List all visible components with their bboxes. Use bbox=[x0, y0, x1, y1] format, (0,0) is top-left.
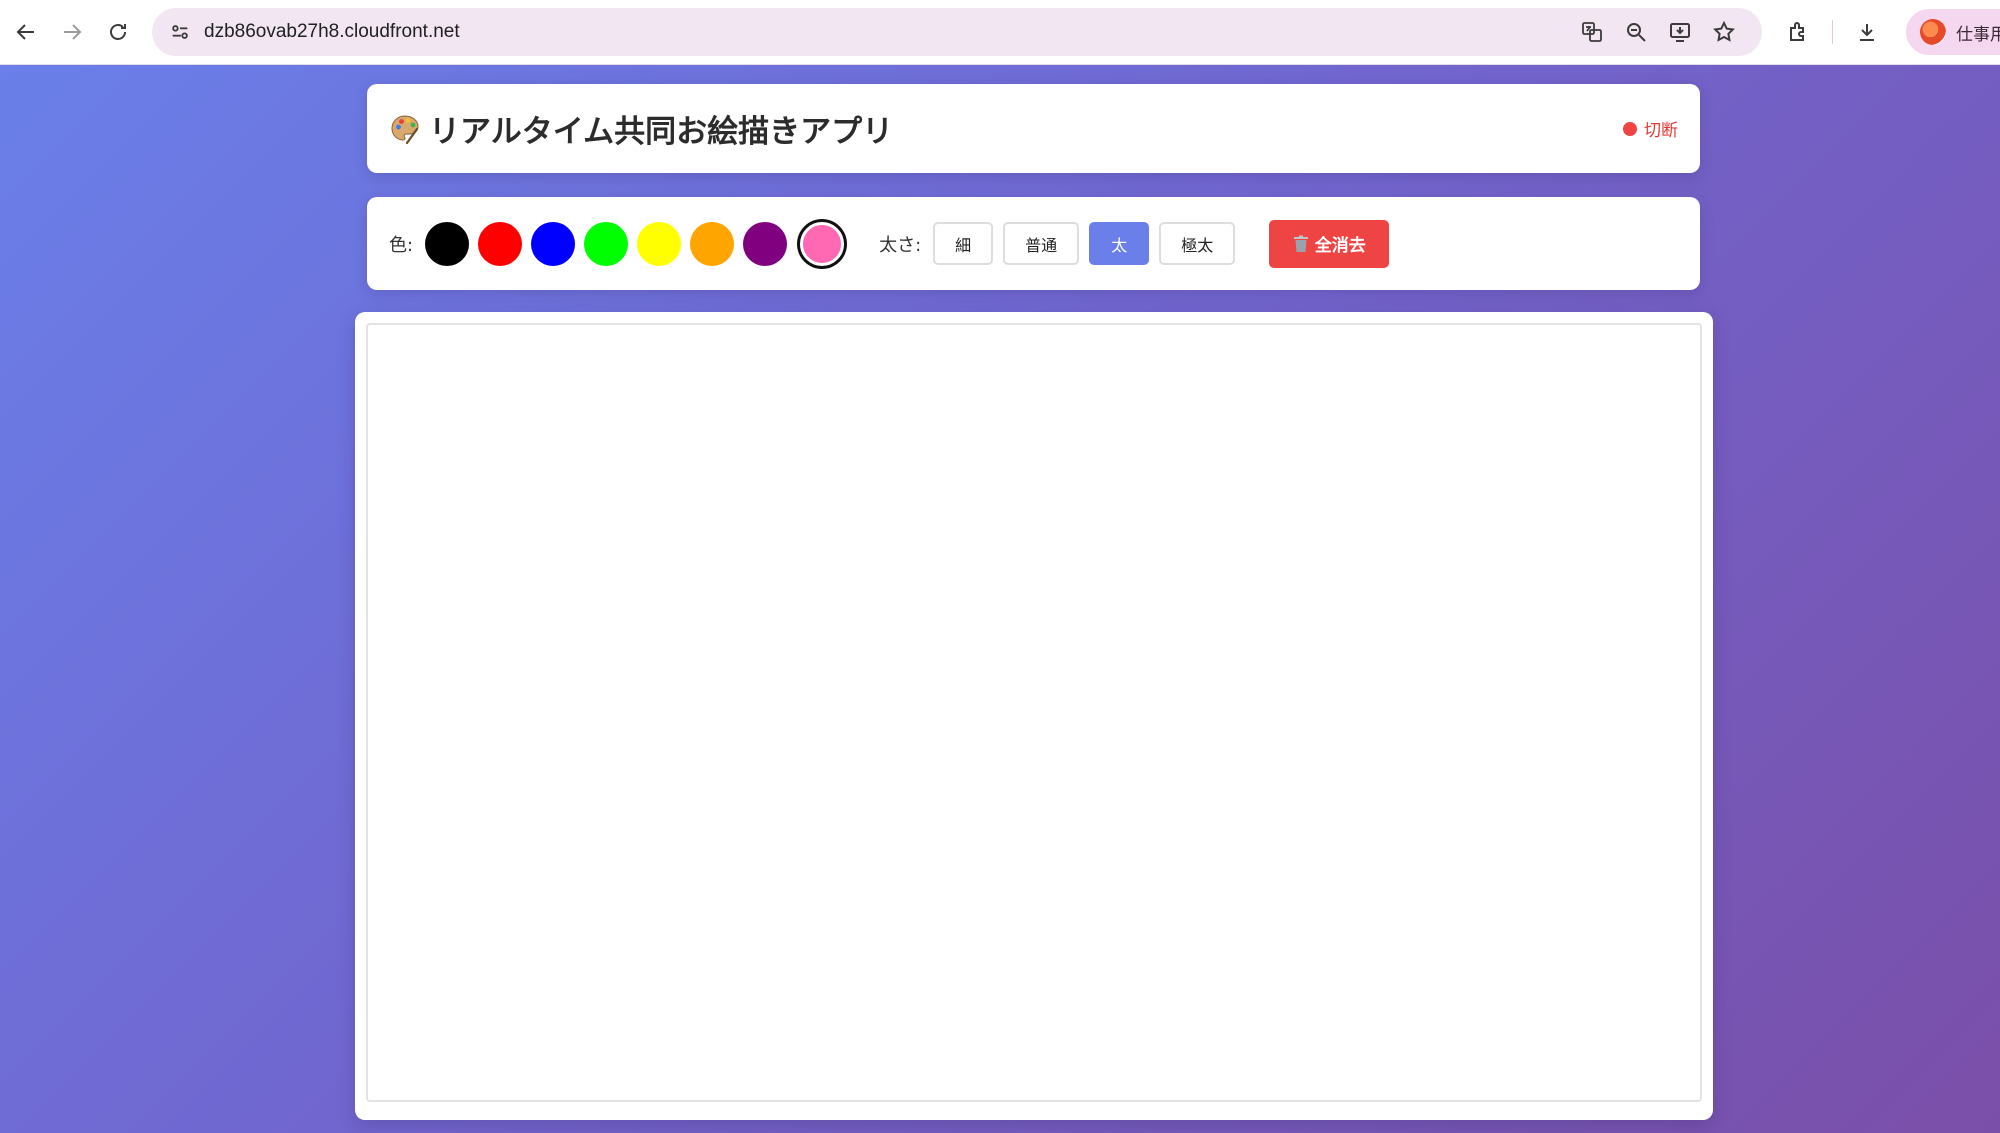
downloads-icon[interactable] bbox=[1847, 12, 1887, 52]
translate-icon[interactable] bbox=[1572, 12, 1612, 52]
url-text: dzb86ovab27h8.cloudfront.net bbox=[204, 21, 460, 42]
drawing-toolbar: 色: 太さ: 細 普通 太 極太 全消去 bbox=[367, 197, 1700, 290]
avatar bbox=[1920, 19, 1946, 45]
page-title: リアルタイム共同お絵描きアプリ bbox=[389, 106, 893, 151]
color-swatch-yellow[interactable] bbox=[637, 221, 682, 266]
size-button-normal[interactable]: 普通 bbox=[1003, 222, 1080, 265]
reload-button[interactable] bbox=[98, 12, 138, 52]
color-swatch-red[interactable] bbox=[478, 221, 523, 266]
zoom-icon[interactable] bbox=[1616, 12, 1656, 52]
canvas-container bbox=[355, 312, 1713, 1120]
status-dot-icon bbox=[1623, 121, 1637, 136]
connection-status: 切断 bbox=[1623, 116, 1678, 141]
color-swatch-pink[interactable] bbox=[800, 221, 845, 266]
clear-all-button[interactable]: 全消去 bbox=[1269, 219, 1390, 268]
color-label: 色: bbox=[389, 234, 414, 256]
extensions-icon[interactable] bbox=[1778, 12, 1818, 52]
profile-button[interactable]: 仕事用 bbox=[1906, 9, 2000, 55]
size-label: 太さ: bbox=[879, 234, 922, 256]
site-info-icon[interactable] bbox=[160, 12, 200, 52]
color-swatch-black[interactable] bbox=[425, 221, 470, 266]
arrow-left-icon bbox=[16, 24, 34, 40]
color-swatch-purple[interactable] bbox=[743, 221, 788, 266]
reload-icon bbox=[110, 24, 126, 40]
trash-icon bbox=[1293, 235, 1308, 252]
toolbar-separator bbox=[1832, 20, 1833, 44]
app-page: リアルタイム共同お絵描きアプリ 切断 色: 太さ: 細 普通 太 極太 全消去 bbox=[0, 65, 2000, 1133]
app-title-text: リアルタイム共同お絵描きアプリ bbox=[429, 114, 894, 150]
color-swatch-green[interactable] bbox=[584, 221, 629, 266]
status-text: 切断 bbox=[1644, 121, 1678, 141]
arrow-right-icon bbox=[64, 24, 82, 40]
bookmark-star-icon[interactable] bbox=[1704, 12, 1744, 52]
back-button[interactable] bbox=[6, 12, 46, 52]
profile-name: 仕事用 bbox=[1956, 24, 2000, 45]
size-button-extra-thick[interactable]: 極太 bbox=[1159, 222, 1236, 265]
install-app-icon[interactable] bbox=[1660, 12, 1700, 52]
drawing-canvas[interactable] bbox=[366, 323, 1702, 1102]
size-button-thin[interactable]: 細 bbox=[933, 222, 994, 265]
address-bar[interactable]: dzb86ovab27h8.cloudfront.net bbox=[152, 8, 1762, 56]
browser-toolbar: dzb86ovab27h8.cloudfront.net 仕事用 bbox=[0, 0, 2000, 65]
forward-button[interactable] bbox=[52, 12, 92, 52]
color-swatch-orange[interactable] bbox=[690, 221, 735, 266]
color-swatch-blue[interactable] bbox=[531, 221, 576, 266]
app-header: リアルタイム共同お絵描きアプリ 切断 bbox=[367, 84, 1700, 173]
palette-icon bbox=[391, 114, 419, 144]
clear-all-label: 全消去 bbox=[1314, 236, 1366, 256]
size-button-thick[interactable]: 太 bbox=[1089, 222, 1150, 265]
